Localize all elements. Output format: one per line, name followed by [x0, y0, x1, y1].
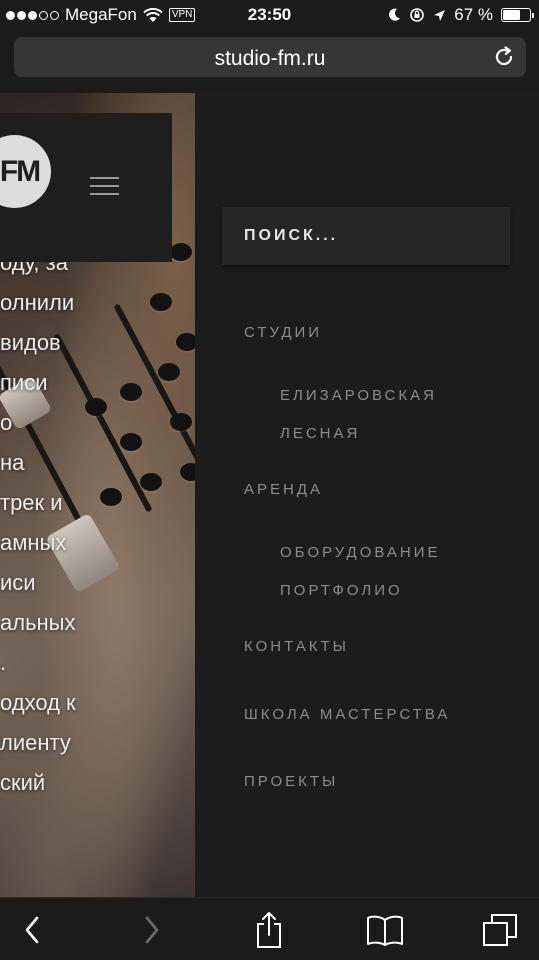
- battery-percent: 67 %: [454, 5, 493, 24]
- intro-line: альных: [0, 610, 76, 635]
- menu-item-equipment[interactable]: ОБОРУДОВАНИЕ: [280, 544, 441, 561]
- search-placeholder: ПОИСК...: [244, 227, 339, 244]
- menu-item-contacts[interactable]: КОНТАКТЫ: [244, 638, 349, 655]
- tabs-icon: [483, 913, 517, 946]
- battery-icon: [501, 8, 534, 22]
- intro-line: лиенту: [0, 730, 71, 755]
- tabs-button[interactable]: [470, 898, 530, 960]
- share-icon: [257, 911, 281, 948]
- location-icon: [434, 9, 446, 21]
- moon-icon: [389, 8, 401, 21]
- intro-line: .: [0, 650, 7, 675]
- browser-address-area: studio-fm.ru: [0, 30, 539, 93]
- menu-item-rent[interactable]: АРЕНДА: [244, 481, 323, 498]
- intro-line: видов: [0, 330, 61, 355]
- bookmarks-button[interactable]: [355, 898, 415, 960]
- intro-line: трек и: [0, 490, 63, 515]
- reload-icon[interactable]: [492, 45, 516, 69]
- share-button[interactable]: [239, 898, 299, 960]
- hamburger-menu-icon[interactable]: [90, 177, 119, 197]
- menu-item-projects[interactable]: ПРОЕКТЫ: [244, 773, 338, 790]
- status-bar: MegaFon VPN 23:50 67 %: [0, 0, 539, 30]
- intro-line: о: [0, 410, 13, 435]
- menu-item-elizarovskaya[interactable]: ЕЛИЗАРОВСКАЯ: [280, 387, 437, 404]
- browser-toolbar: [0, 897, 539, 960]
- navigation-menu: ПОИСК... СТУДИИ ЕЛИЗАРОВСКАЯ ЛЕСНАЯ АРЕН…: [195, 93, 539, 897]
- intro-line: иси: [0, 570, 36, 595]
- intro-line: ский: [0, 770, 46, 795]
- intro-line: олнили: [0, 290, 75, 315]
- search-input[interactable]: ПОИСК...: [222, 207, 510, 265]
- back-button[interactable]: [2, 898, 62, 960]
- url-text[interactable]: studio-fm.ru: [14, 47, 526, 71]
- menu-item-school[interactable]: ШКОЛА МАСТЕРСТВА: [244, 706, 450, 723]
- rotation-lock-icon: [410, 8, 425, 22]
- forward-icon: [145, 916, 159, 943]
- address-bar[interactable]: studio-fm.ru: [14, 37, 526, 77]
- menu-item-portfolio[interactable]: ПОРТФОЛИО: [280, 582, 403, 599]
- site-header: FM: [0, 113, 172, 262]
- intro-line: писи: [0, 370, 48, 395]
- menu-item-studios[interactable]: СТУДИИ: [244, 324, 322, 341]
- intro-line: на: [0, 450, 25, 475]
- status-right: 67 %: [388, 5, 534, 25]
- menu-item-lesnaya[interactable]: ЛЕСНАЯ: [280, 425, 360, 442]
- intro-line: амных: [0, 530, 67, 555]
- intro-line: одход к: [0, 690, 76, 715]
- site-logo[interactable]: FM: [0, 135, 51, 208]
- back-icon: [25, 916, 39, 943]
- bookmarks-icon: [367, 915, 403, 946]
- forward-button[interactable]: [122, 898, 182, 960]
